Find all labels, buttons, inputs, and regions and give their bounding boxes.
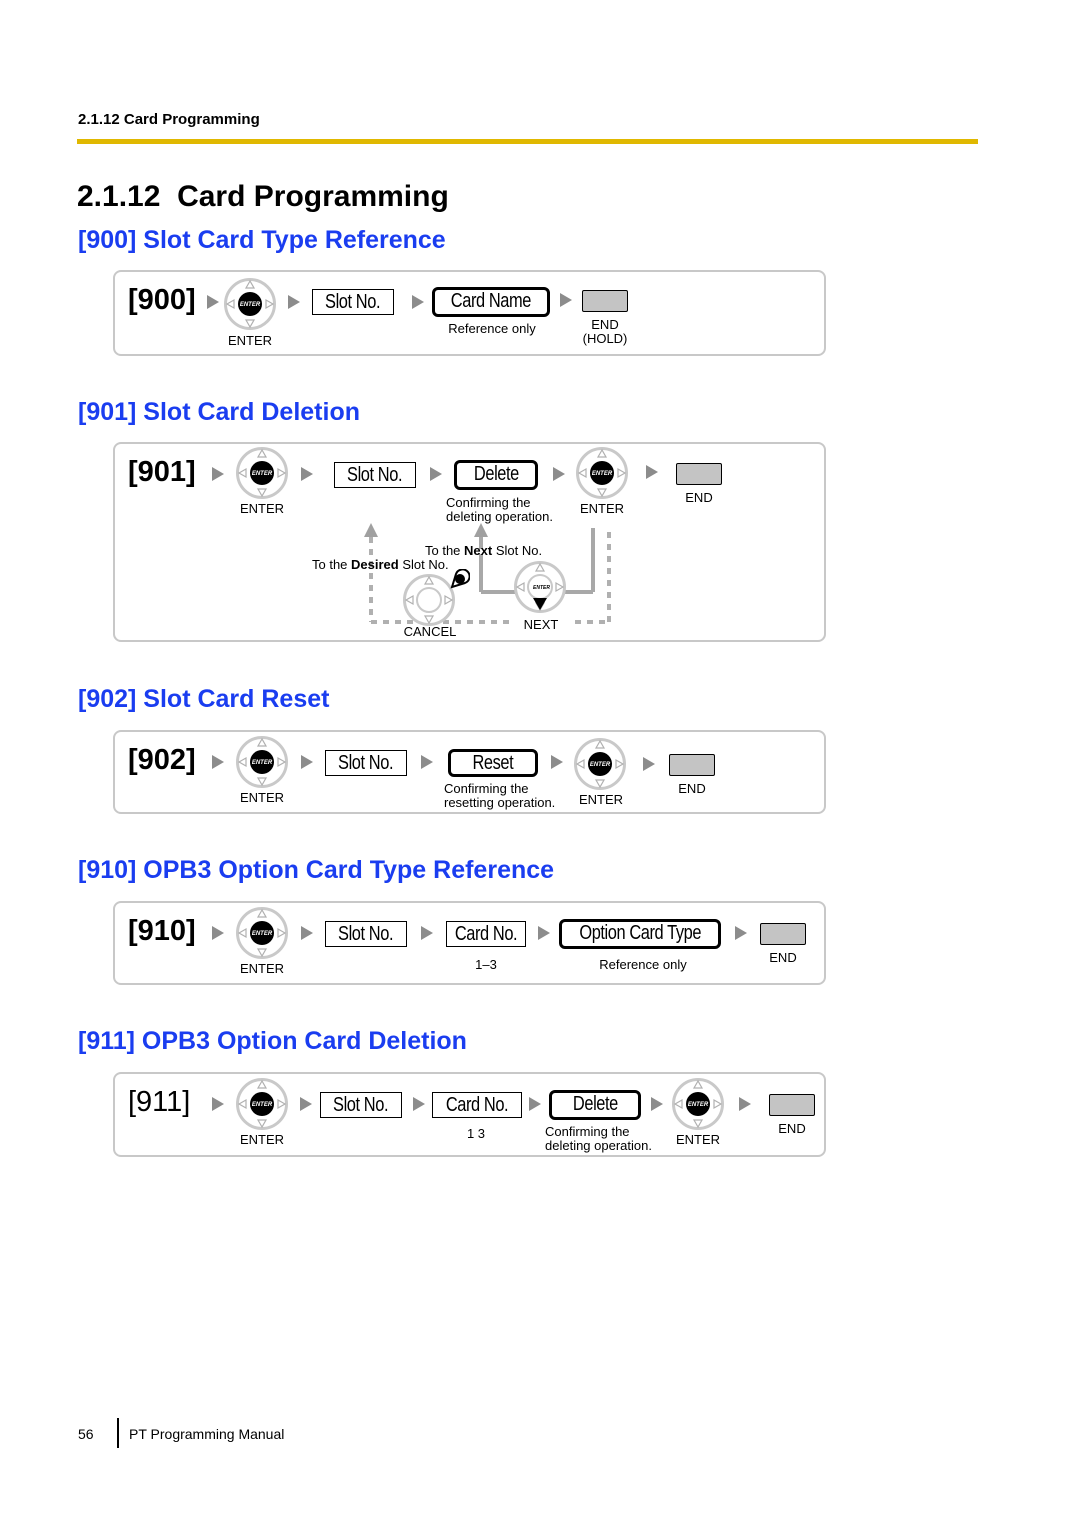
end-label: END bbox=[769, 950, 797, 965]
step-arrow-icon bbox=[413, 1097, 425, 1111]
step-arrow-icon bbox=[739, 1097, 751, 1111]
step-arrow-icon bbox=[212, 926, 224, 940]
step-arrow-icon bbox=[560, 293, 572, 307]
next-enter-glyph: ENTER bbox=[533, 585, 550, 591]
enter-key-icon[interactable]: ENTER bbox=[574, 738, 626, 790]
step-arrow-icon bbox=[651, 1097, 663, 1111]
enter-key-icon[interactable]: ENTER bbox=[236, 736, 288, 788]
step-arrow-icon bbox=[538, 926, 550, 940]
card-no-key[interactable]: Card No. bbox=[432, 1092, 522, 1118]
card-range-label: 1–3 bbox=[475, 957, 497, 972]
enter-key-icon[interactable]: ENTER bbox=[672, 1078, 724, 1130]
enter-key-icon[interactable]: ENTER bbox=[236, 907, 288, 959]
up-arrow-icon bbox=[364, 523, 378, 537]
section-title-902: [902] Slot Card Reset bbox=[78, 685, 330, 713]
header-rule bbox=[77, 139, 978, 144]
enter-glyph: ENTER bbox=[240, 302, 261, 308]
program-code: [911] bbox=[128, 1086, 191, 1118]
enter-glyph: ENTER bbox=[252, 931, 273, 937]
manual-title: PT Programming Manual bbox=[129, 1426, 285, 1442]
enter-glyph: ENTER bbox=[590, 762, 611, 768]
end-label: END bbox=[778, 1121, 806, 1136]
step-arrow-icon bbox=[735, 926, 747, 940]
step-arrow-icon bbox=[412, 295, 424, 309]
step-arrow-icon bbox=[421, 755, 433, 769]
hold-label: (HOLD) bbox=[582, 331, 628, 346]
confirm-label-1: Confirming the bbox=[545, 1124, 630, 1139]
step-arrow-icon bbox=[551, 755, 563, 769]
step-arrow-icon bbox=[212, 755, 224, 769]
reference-only-label: Reference only bbox=[448, 321, 536, 336]
panel-900: [900] ENTER ENTER Slot No. Card Name Ref… bbox=[113, 270, 826, 356]
enter-label: ENTER bbox=[227, 333, 273, 348]
step-arrow-icon bbox=[301, 926, 313, 940]
footer-divider bbox=[117, 1418, 119, 1448]
loop-diagram bbox=[364, 523, 611, 624]
card-name-display: Card Name bbox=[432, 287, 550, 317]
card-no-key[interactable]: Card No. bbox=[446, 921, 526, 947]
reference-only-label: Reference only bbox=[599, 957, 687, 972]
slot-no-key[interactable]: Slot No. bbox=[325, 750, 407, 776]
slot-no-key[interactable]: Slot No. bbox=[312, 289, 394, 315]
end-key[interactable] bbox=[769, 1094, 815, 1116]
section-title-911: [911] OPB3 Option Card Deletion bbox=[78, 1027, 467, 1055]
panel-910: [910] ENTER ENTER Slot No. Card No. 1–3 … bbox=[113, 901, 826, 985]
page-number: 56 bbox=[78, 1426, 94, 1442]
section-title-910: [910] OPB3 Option Card Type Reference bbox=[78, 856, 555, 884]
end-label: END bbox=[591, 317, 619, 332]
section-title-901: [901] Slot Card Deletion bbox=[78, 398, 360, 426]
panel-911: [911] ENTER ENTER Slot No. Card No. 1 3 … bbox=[113, 1072, 826, 1157]
confirm-label-2: deleting operation. bbox=[545, 1138, 652, 1153]
option-card-type-display: Option Card Type bbox=[559, 919, 721, 949]
panel-902: [902] ENTER ENTER Slot No. Reset Confirm… bbox=[113, 730, 826, 814]
program-code: [900] bbox=[128, 284, 196, 316]
press-indicator-icon bbox=[450, 569, 470, 589]
next-slot-label: To the Next Slot No. bbox=[425, 543, 543, 558]
enter-label: ENTER bbox=[239, 790, 285, 805]
step-arrow-icon bbox=[301, 755, 313, 769]
step-arrow-icon bbox=[529, 1097, 541, 1111]
enter-key-icon[interactable]: ENTER bbox=[224, 278, 276, 330]
page-title: 2.1.12 Card Programming bbox=[77, 180, 449, 213]
enter-glyph: ENTER bbox=[252, 760, 273, 766]
program-code: [910] bbox=[128, 915, 196, 947]
step-arrow-icon bbox=[207, 295, 219, 309]
slot-no-key[interactable]: Slot No. bbox=[320, 1092, 402, 1118]
section-title-900: [900] Slot Card Type Reference bbox=[78, 226, 446, 254]
enter-key-icon[interactable]: ENTER bbox=[236, 1078, 288, 1130]
delete-display: Delete bbox=[549, 1090, 641, 1120]
panel-901: [901] ENTER ENTER Slot No. Delete Confir… bbox=[113, 442, 826, 642]
end-key[interactable] bbox=[669, 754, 715, 776]
enter-label: ENTER bbox=[578, 792, 624, 807]
next-label: NEXT bbox=[511, 618, 571, 632]
step-arrow-icon bbox=[288, 295, 300, 309]
step-arrow-icon bbox=[212, 1097, 224, 1111]
slot-no-key[interactable]: Slot No. bbox=[325, 921, 407, 947]
down-arrow-icon bbox=[533, 598, 547, 610]
end-label: END bbox=[678, 781, 706, 796]
confirm-label-1: Confirming the bbox=[444, 781, 529, 796]
running-head: 2.1.12 Card Programming bbox=[78, 111, 260, 128]
card-range-label: 1 3 bbox=[466, 1126, 486, 1141]
enter-label: ENTER bbox=[239, 961, 285, 976]
confirm-label-2: resetting operation. bbox=[444, 795, 556, 810]
enter-label: ENTER bbox=[675, 1132, 721, 1147]
end-key[interactable] bbox=[760, 923, 806, 945]
step-arrow-icon bbox=[643, 757, 655, 771]
step-arrow-icon bbox=[421, 926, 433, 940]
enter-glyph: ENTER bbox=[688, 1102, 709, 1108]
enter-glyph: ENTER bbox=[252, 1102, 273, 1108]
desired-slot-label: To the Desired Slot No. bbox=[312, 557, 449, 572]
reset-display: Reset bbox=[448, 749, 538, 777]
enter-label: ENTER bbox=[239, 1132, 285, 1147]
step-arrow-icon bbox=[300, 1097, 312, 1111]
cancel-label: CANCEL bbox=[403, 624, 457, 639]
program-code: [902] bbox=[128, 744, 196, 776]
up-arrow-icon bbox=[474, 523, 488, 537]
end-key[interactable] bbox=[582, 290, 628, 312]
